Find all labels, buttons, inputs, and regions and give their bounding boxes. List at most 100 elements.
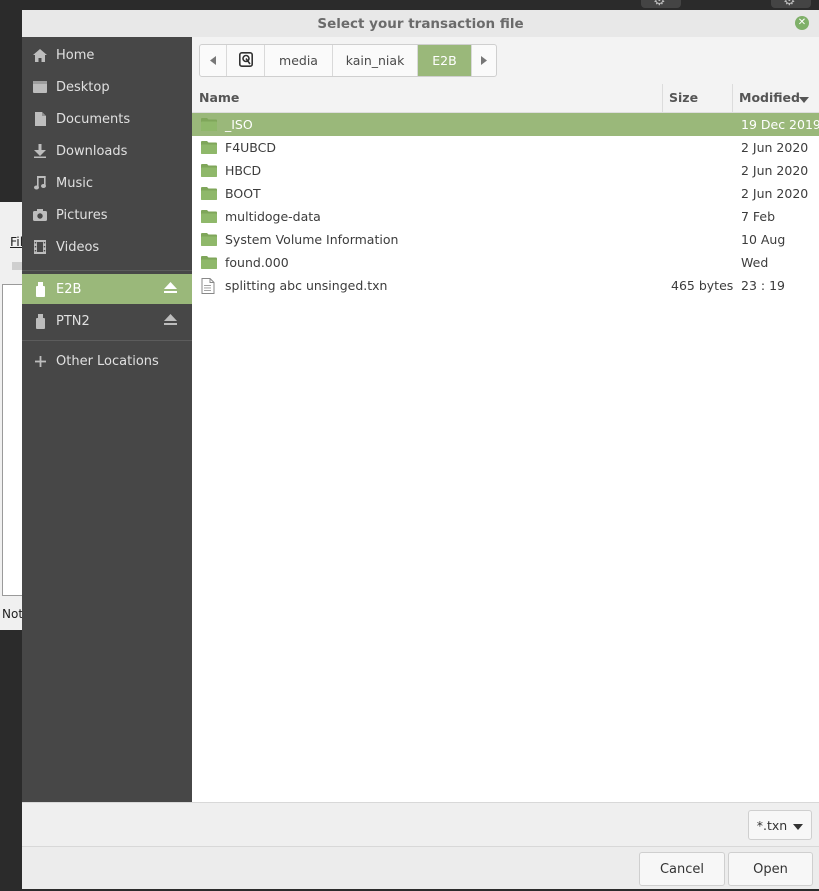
close-button[interactable]: ✕ [795, 16, 809, 30]
background-status-fragment: Not [2, 607, 24, 621]
file-modified: 2 Jun 2020 [741, 163, 809, 178]
path-bar: media kain_niak E2B [192, 37, 819, 84]
sidebar-separator [22, 340, 192, 341]
table-row[interactable]: BOOT 2 Jun 2020 [192, 182, 819, 205]
sidebar-item-music[interactable]: Music [22, 169, 192, 197]
chevron-left-icon [210, 53, 216, 68]
crumb-label: media [279, 53, 318, 68]
column-modified[interactable]: Modified [739, 84, 800, 112]
breadcrumb: media kain_niak E2B [199, 44, 497, 77]
gear-icon: ⚙ [783, 0, 796, 9]
sidebar-item-documents[interactable]: Documents [22, 105, 192, 133]
usb-drive-icon [33, 313, 47, 329]
eject-icon[interactable] [164, 314, 177, 326]
home-icon [33, 48, 47, 62]
filter-bar: *.txn [22, 802, 819, 847]
sidebar-item-pictures[interactable]: Pictures [22, 201, 192, 229]
path-forward-button[interactable] [472, 45, 496, 76]
column-header: Name Size Modified [192, 84, 819, 113]
action-bar: Cancel Open [22, 846, 819, 889]
open-button[interactable]: Open [728, 852, 813, 886]
desktop-icon [33, 81, 47, 93]
path-crumb-kain-niak[interactable]: kain_niak [333, 45, 418, 76]
table-row[interactable]: multidoge-data 7 Feb [192, 205, 819, 228]
file-modified: 10 Aug [741, 232, 786, 247]
sidebar-item-ptn2[interactable]: PTN2 [22, 306, 192, 336]
path-back-button[interactable] [200, 45, 227, 76]
gear-icon: ⚙ [653, 0, 666, 9]
file-name: multidoge-data [225, 209, 321, 224]
file-name: F4UBCD [225, 140, 277, 155]
folder-icon [201, 186, 217, 200]
sidebar-item-label: Pictures [56, 207, 108, 223]
sidebar-item-other-locations[interactable]: Other Locations [22, 347, 192, 375]
path-crumb-e2b[interactable]: E2B [418, 45, 472, 76]
sidebar-separator [22, 270, 192, 271]
column-divider[interactable] [732, 84, 733, 112]
file-chooser-dialog: Select your transaction file ✕ Home Desk… [22, 10, 819, 889]
column-name[interactable]: Name [199, 84, 239, 112]
sidebar-item-label: Home [56, 47, 95, 63]
file-name: _ISO [225, 117, 253, 132]
sidebar-item-label: Other Locations [56, 353, 159, 369]
crumb-label: E2B [432, 53, 457, 68]
file-list-area: media kain_niak E2B Name Size Modified _… [192, 37, 819, 802]
sidebar-item-label: E2B [56, 281, 82, 297]
file-size: 465 bytes [671, 278, 734, 293]
folder-icon [201, 232, 217, 246]
titlebar: Select your transaction file ✕ [22, 10, 819, 38]
folder-icon [201, 163, 217, 177]
dialog-title: Select your transaction file [317, 16, 524, 32]
table-row[interactable]: _ISO 19 Dec 2019 [192, 113, 819, 136]
sidebar-item-desktop[interactable]: Desktop [22, 73, 192, 101]
plus-icon [33, 355, 47, 367]
file-modified: 2 Jun 2020 [741, 186, 809, 201]
file-filter-dropdown[interactable]: *.txn [748, 810, 812, 840]
sidebar-item-label: Documents [56, 111, 131, 127]
file-name: found.000 [225, 255, 289, 270]
eject-icon[interactable] [164, 282, 177, 294]
column-divider[interactable] [662, 84, 663, 112]
chevron-down-icon [793, 818, 804, 833]
drive-icon [238, 51, 253, 70]
file-modified: 7 Feb [741, 209, 776, 224]
file-name: HBCD [225, 163, 262, 178]
path-root-button[interactable] [227, 45, 265, 76]
videos-icon [33, 240, 47, 254]
pictures-icon [33, 209, 47, 221]
sidebar-item-label: Videos [56, 239, 100, 255]
sidebar-item-label: Downloads [56, 143, 128, 159]
sidebar-item-downloads[interactable]: Downloads [22, 137, 192, 165]
sidebar-item-home[interactable]: Home [22, 41, 192, 69]
table-row[interactable]: F4UBCD 2 Jun 2020 [192, 136, 819, 159]
path-crumb-media[interactable]: media [265, 45, 333, 76]
cancel-button[interactable]: Cancel [639, 852, 725, 886]
background-window: Fil Not [0, 202, 25, 630]
folder-icon [201, 209, 217, 223]
sidebar-item-label: Desktop [56, 79, 110, 95]
column-size[interactable]: Size [669, 84, 698, 112]
file-name: System Volume Information [225, 232, 399, 247]
sort-down-icon [799, 85, 809, 113]
places-sidebar: Home Desktop Documents Downloads Music P… [22, 37, 192, 802]
crumb-label: kain_niak [345, 53, 405, 68]
background-toolbar-icon [12, 262, 22, 270]
music-icon [33, 176, 47, 190]
close-icon: ✕ [797, 17, 807, 28]
usb-drive-icon [33, 281, 47, 297]
text-file-icon [201, 278, 217, 294]
table-row[interactable]: System Volume Information 10 Aug [192, 228, 819, 251]
table-row[interactable]: splitting abc unsinged.txn 465 bytes 23 : … [192, 274, 819, 297]
background-gear-button: ⚙ [641, 0, 681, 8]
sidebar-item-e2b[interactable]: E2B [22, 274, 192, 304]
documents-icon [33, 112, 47, 126]
folder-icon [201, 117, 217, 131]
downloads-icon [33, 144, 47, 158]
chevron-right-icon [481, 53, 487, 68]
file-name: BOOT [225, 186, 261, 201]
table-row[interactable]: HBCD 2 Jun 2020 [192, 159, 819, 182]
sidebar-item-videos[interactable]: Videos [22, 233, 192, 261]
sidebar-item-label: Music [56, 175, 93, 191]
table-row[interactable]: found.000 Wed [192, 251, 819, 274]
folder-icon [201, 140, 217, 154]
